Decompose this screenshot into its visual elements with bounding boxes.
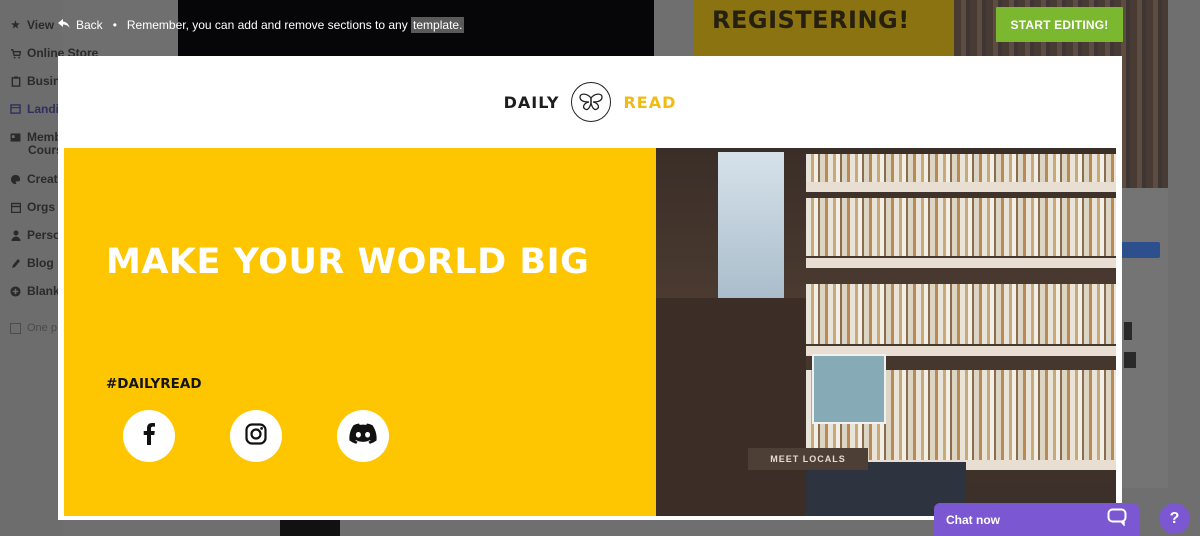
sidebar-item-create[interactable]: Creat (10, 172, 58, 186)
hero-text-panel: MAKE YOUR WORLD BIG #DAILYREAD (64, 148, 656, 516)
logo: DAILY READ (58, 56, 1122, 148)
facebook-button[interactable] (123, 410, 175, 462)
topbar: Back • Remember, you can add and remove … (58, 17, 465, 33)
palette-icon (10, 174, 21, 185)
butterfly-icon (571, 82, 612, 122)
instagram-icon (245, 422, 267, 450)
clipboard-icon (10, 75, 21, 87)
sidebar-item-one-page[interactable]: One p (10, 322, 57, 334)
hero-section: MAKE YOUR WORLD BIG #DAILYREAD MEET LOCA… (64, 148, 1116, 516)
pen-icon (10, 258, 21, 269)
background-banner: REGISTERING! (694, 0, 954, 56)
star-icon: ★ (11, 19, 20, 31)
sidebar-item-view[interactable]: ★ View (10, 18, 54, 32)
sidebar-item-blank[interactable]: Blank (10, 284, 60, 298)
photo-window (718, 152, 784, 302)
background-bottom-block (280, 520, 340, 536)
photo-kids-book (812, 354, 886, 424)
separator-bullet: • (112, 18, 117, 32)
logo-text-left: DAILY (503, 92, 560, 112)
photo-display-case (656, 298, 806, 516)
plus-circle-icon (10, 285, 21, 297)
photo-shelf (806, 258, 1116, 268)
hero-hashtag: #DAILYREAD (106, 376, 202, 392)
background-text-fragment (1124, 352, 1136, 368)
back-arrow-icon[interactable] (58, 18, 70, 32)
photo-bookshelf (806, 198, 1116, 256)
photo-shelf (806, 182, 1116, 192)
person-icon (10, 230, 21, 241)
sidebar-item-orgs[interactable]: Orgs (10, 200, 55, 214)
hint-text: Remember, you can add and remove section… (126, 17, 465, 33)
cart-icon (10, 48, 21, 59)
template-preview-modal: DAILY READ MAKE YOUR WORLD BIG #DAILYREA… (58, 56, 1122, 520)
sidebar-item-personal[interactable]: Perso (10, 228, 60, 242)
photo-bookshelf (806, 284, 1116, 344)
bookstore-photo: MEET LOCALS (656, 148, 1116, 516)
page-icon (10, 104, 21, 115)
back-button[interactable]: Back (76, 18, 103, 32)
sidebar-item-landing[interactable]: Landi (10, 102, 59, 116)
help-button[interactable]: ? (1159, 503, 1190, 534)
chat-widget[interactable]: Chat now (934, 503, 1139, 536)
sidebar-item-blog[interactable]: Blog (10, 256, 54, 270)
discord-icon (349, 423, 377, 450)
photo-sign: MEET LOCALS (748, 448, 868, 470)
sidebar-item-business[interactable]: Busin (10, 74, 60, 88)
chat-bubble-icon (1107, 508, 1127, 531)
discord-button[interactable] (337, 410, 389, 462)
start-editing-button[interactable]: START EDITING! (996, 7, 1123, 42)
calendar-icon (10, 202, 21, 213)
instagram-button[interactable] (230, 410, 282, 462)
checkbox-icon[interactable] (10, 322, 21, 334)
chat-label: Chat now (946, 512, 1000, 527)
hero-title: MAKE YOUR WORLD BIG (106, 242, 590, 282)
background-text-fragment (1124, 322, 1132, 340)
id-card-icon (10, 132, 21, 143)
photo-bookshelf (806, 154, 1116, 182)
logo-text-right: READ (623, 92, 677, 112)
sidebar-item-membership[interactable]: Memb Cours (10, 130, 63, 157)
facebook-icon (142, 422, 156, 450)
